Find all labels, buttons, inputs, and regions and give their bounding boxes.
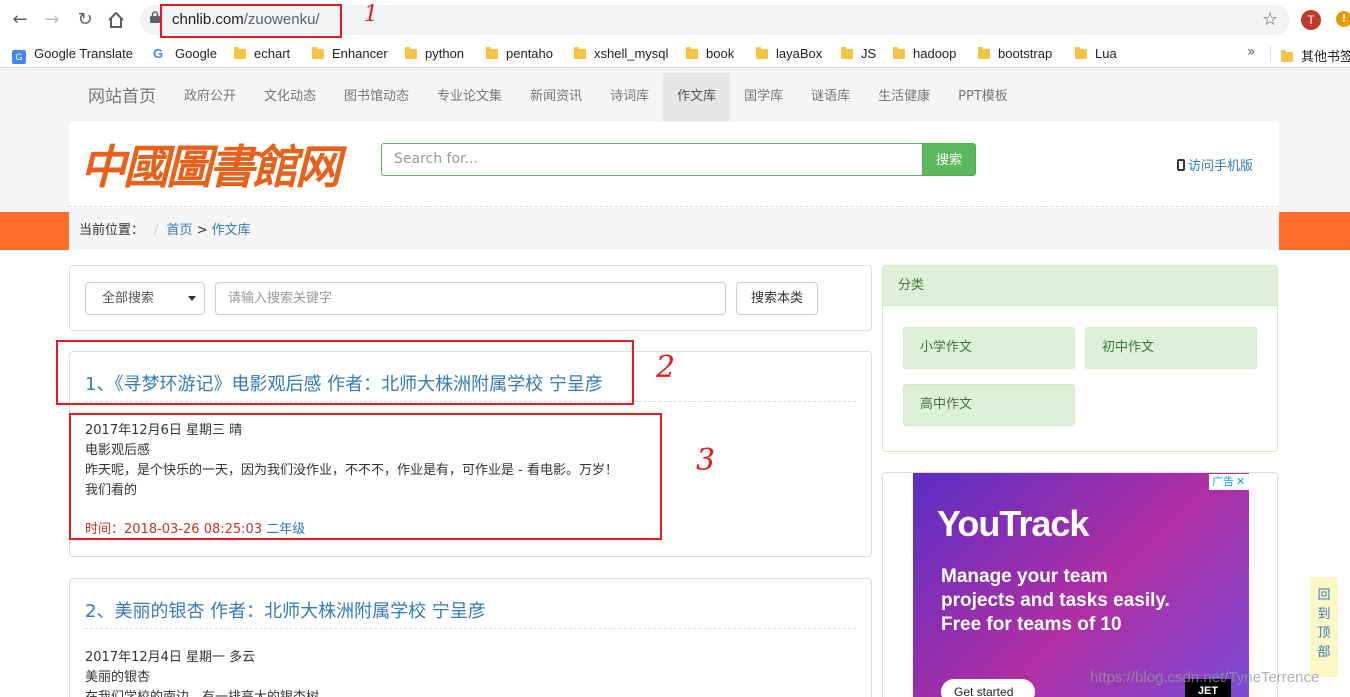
bookmark-js[interactable]: JS — [841, 46, 876, 62]
bookmark-python[interactable]: python — [405, 46, 464, 62]
breadcrumb-label: 当前位置： — [79, 223, 145, 238]
bookmark-bootstrap[interactable]: bootstrap — [978, 46, 1052, 62]
ad-get-started-button[interactable]: Get started — [941, 679, 1035, 697]
ad-copy: Manage your team projects and tasks easi… — [941, 566, 1170, 635]
bookmark-other[interactable]: 其他书签 — [1281, 46, 1350, 64]
nav-item-ppt[interactable]: PPT模板 — [944, 73, 1022, 121]
caret-down-icon — [188, 296, 196, 301]
nav-item-health[interactable]: 生活健康 — [864, 73, 944, 121]
update-alert-icon[interactable]: ! — [1336, 11, 1350, 27]
nav-item-sinology[interactable]: 国学库 — [730, 73, 797, 121]
bookmark-layabox[interactable]: layaBox — [756, 46, 822, 62]
site-search-button[interactable]: 搜索 — [922, 143, 976, 176]
nav-item-culture[interactable]: 文化动态 — [250, 73, 330, 121]
folder-icon — [978, 47, 990, 59]
folder-icon — [486, 47, 498, 59]
bookmark-enhancer[interactable]: Enhancer — [312, 46, 388, 62]
annotation-marker-1: 1 — [364, 2, 378, 27]
bookmark-google-translate[interactable]: G Google Translate — [12, 46, 133, 64]
site-logo[interactable]: 中國圖書館网 — [80, 138, 345, 196]
nav-item-papers[interactable]: 专业论文集 — [423, 73, 516, 121]
nav-item-essays[interactable]: 作文库 — [663, 73, 731, 121]
article-excerpt-line: 在我们学校的南边，有一排高大的银杏树 — [85, 686, 319, 697]
breadcrumb-separator: / — [154, 223, 159, 238]
folder-icon — [405, 47, 417, 59]
folder-icon — [574, 47, 586, 59]
folder-icon — [841, 47, 853, 59]
folder-icon — [312, 47, 324, 59]
google-icon: G — [153, 46, 164, 61]
ad-logo-text: YouTrack — [937, 503, 1089, 544]
bookmark-google[interactable]: G Google — [153, 46, 217, 62]
nav-item-library-news[interactable]: 图书馆动态 — [330, 73, 423, 121]
annotation-box-url — [160, 4, 342, 38]
article-excerpt-line: 美丽的银杏 — [85, 670, 151, 685]
google-translate-icon: G — [12, 50, 26, 64]
header-divider — [69, 206, 1279, 207]
category-item-primary[interactable]: 小学作文 — [903, 327, 1075, 369]
bookmark-hadoop[interactable]: hadoop — [893, 46, 956, 62]
article-card — [69, 578, 872, 697]
profile-avatar[interactable]: T — [1301, 10, 1321, 30]
folder-icon — [1075, 47, 1087, 59]
bookmark-star-icon[interactable]: ☆ — [1262, 9, 1278, 30]
folder-icon — [686, 47, 698, 59]
reload-icon[interactable]: ↻ — [75, 10, 95, 30]
category-item-high[interactable]: 高中作文 — [903, 384, 1075, 426]
mobile-version-link[interactable]: 访问手机版 — [1177, 155, 1253, 174]
search-scope-select[interactable]: 全部搜索 — [85, 282, 205, 315]
category-item-middle[interactable]: 初中作文 — [1085, 327, 1257, 369]
home-icon[interactable] — [106, 11, 126, 31]
nav-item-news[interactable]: 新闻资讯 — [516, 73, 596, 121]
category-heading: 分类 — [883, 266, 1277, 306]
bookmark-pentaho[interactable]: pentaho — [486, 46, 553, 62]
bookmark-book[interactable]: book — [686, 46, 734, 62]
close-icon[interactable]: ✕ — [1236, 474, 1245, 490]
mobile-phone-icon — [1177, 159, 1185, 171]
article-excerpt-line: 2017年12月4日 星期一 多云 — [85, 650, 256, 665]
nav-item-poetry[interactable]: 诗词库 — [596, 73, 663, 121]
ad-banner[interactable]: YouTrack Manage your team projects and t… — [913, 473, 1249, 697]
breadcrumb-current[interactable]: 作文库 — [212, 223, 251, 238]
forward-arrow-icon[interactable]: → — [42, 10, 62, 30]
watermark-text: https://blog.csdn.net/TyneTerrence — [1090, 669, 1320, 686]
logo-text: 中國圖書館网 — [80, 140, 341, 194]
breadcrumb: 当前位置： / 首页 > 作文库 — [69, 212, 1279, 250]
nav-item-riddles[interactable]: 谜语库 — [797, 73, 864, 121]
breadcrumb-home[interactable]: 首页 — [166, 223, 192, 238]
nav-item-home[interactable]: 网站首页 — [74, 73, 170, 121]
site-top-nav: 网站首页 政府公开 文化动态 图书馆动态 专业论文集 新闻资讯 诗词库 作文库 … — [74, 73, 1022, 121]
article-title-link[interactable]: 2、美丽的银杏 作者：北师大株洲附属学校 宁呈彦 — [85, 597, 486, 623]
bookmark-xshell-mysql[interactable]: xshell_mysql — [574, 46, 668, 62]
folder-icon — [234, 47, 246, 59]
breadcrumb-arrow: > — [196, 223, 208, 238]
site-search-input[interactable]: Search for... — [381, 143, 923, 176]
nav-item-government[interactable]: 政府公开 — [170, 73, 250, 121]
annotation-marker-2: 2 — [656, 350, 676, 385]
search-category-button[interactable]: 搜索本类 — [736, 282, 818, 315]
folder-icon — [756, 47, 768, 59]
bookmarks-divider — [1270, 46, 1271, 62]
annotation-marker-3: 3 — [696, 443, 716, 478]
lock-icon — [150, 11, 160, 23]
bookmark-echart[interactable]: echart — [234, 46, 290, 62]
article-divider — [85, 628, 856, 629]
back-arrow-icon[interactable]: ← — [10, 10, 30, 30]
annotation-box-title — [56, 340, 634, 405]
bookmarks-overflow-icon[interactable]: » — [1247, 44, 1256, 60]
annotation-box-content — [69, 413, 662, 540]
folder-icon — [893, 47, 905, 59]
bookmark-lua[interactable]: Lua — [1075, 46, 1117, 62]
back-to-top-button[interactable]: 回 到 顶 部 — [1310, 577, 1338, 677]
keyword-search-input[interactable]: 请输入搜索关键字 — [215, 282, 726, 315]
folder-icon — [1281, 50, 1293, 62]
ad-badge[interactable]: 广告 ✕ — [1209, 474, 1249, 490]
